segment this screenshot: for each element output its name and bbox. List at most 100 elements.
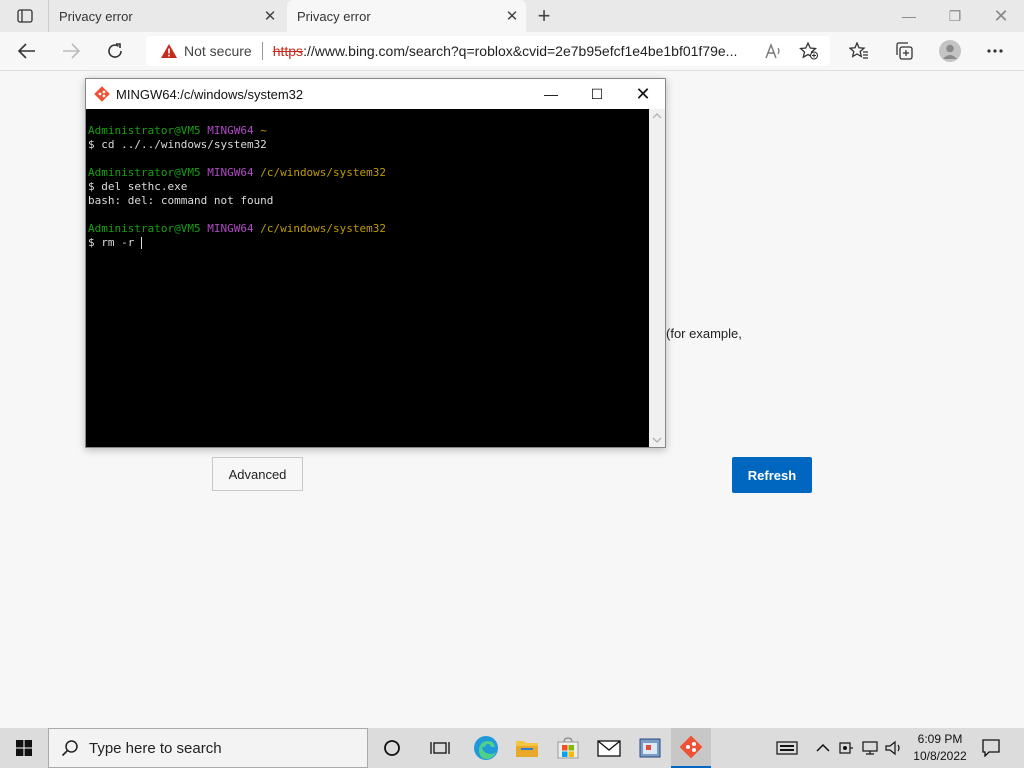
advanced-button[interactable]: Advanced <box>212 457 303 491</box>
terminal-command-line: $ del sethc.exe <box>88 180 188 193</box>
prompt-path: /c/windows/system32 <box>260 222 387 235</box>
tab-privacy-error-1[interactable]: Privacy error ✕ <box>48 0 284 32</box>
refresh-button[interactable]: Refresh <box>732 457 812 493</box>
start-button[interactable] <box>0 728 48 768</box>
terminal-active-line[interactable]: $ rm -r <box>88 236 647 250</box>
clock-time: 6:09 PM <box>917 732 963 746</box>
url-text: ://www.bing.com/search?q=roblox&cvid=2e7… <box>303 43 738 59</box>
taskbar-input-indicator[interactable] <box>767 728 807 768</box>
collections-button[interactable] <box>889 36 919 66</box>
clock-date: 10/8/2022 <box>913 749 967 763</box>
terminal-prompt: Administrator@VM5 MINGW64 /c/windows/sys… <box>88 222 647 236</box>
tab-title: Privacy error <box>59 8 133 24</box>
prompt-user-host: Administrator@VM5 <box>88 124 201 137</box>
favorites-icon <box>849 42 868 59</box>
back-button[interactable] <box>12 36 42 66</box>
new-tab-button[interactable]: + <box>532 4 556 28</box>
speaker-icon <box>885 740 900 756</box>
taskbar-microsoft-store[interactable] <box>548 728 588 768</box>
close-tab-icon[interactable]: ✕ <box>256 7 284 25</box>
git-icon <box>94 86 110 102</box>
task-view-icon <box>430 742 450 754</box>
edge-icon <box>474 736 498 760</box>
prompt-env: MINGW64 <box>207 124 254 137</box>
address-bar[interactable]: Not secure https://www.bing.com/search?q… <box>146 36 830 66</box>
tab-privacy-error-2[interactable]: Privacy error ✕ <box>287 0 526 32</box>
app-window-icon <box>639 738 661 758</box>
cortana-circle-icon <box>384 740 400 756</box>
terminal-maximize-button[interactable]: ☐ <box>574 79 620 109</box>
close-window-button[interactable]: ✕ <box>978 0 1024 32</box>
terminal-prompt: Administrator@VM5 MINGW64 ~ <box>88 124 647 138</box>
volume-button[interactable] <box>877 728 911 768</box>
cortana-button[interactable] <box>372 728 412 768</box>
notifications-button[interactable] <box>972 728 1010 768</box>
terminal-cursor <box>140 237 142 249</box>
terminal-minimize-button[interactable]: — <box>528 79 574 109</box>
mail-icon <box>597 740 621 757</box>
reload-button[interactable] <box>100 36 130 66</box>
star-add-icon <box>799 42 819 60</box>
taskbar-edge[interactable] <box>466 728 506 768</box>
prompt-env: MINGW64 <box>207 166 254 179</box>
taskbar-app[interactable] <box>630 728 670 768</box>
read-aloud-button[interactable] <box>758 36 788 66</box>
search-placeholder: Type here to search <box>89 739 222 757</box>
collections-icon <box>896 42 913 60</box>
address-separator <box>261 42 263 60</box>
prompt-user-host: Administrator@VM5 <box>88 222 201 235</box>
scroll-down-icon[interactable] <box>649 433 665 447</box>
forward-arrow-icon <box>63 43 80 59</box>
scroll-up-icon[interactable] <box>649 109 665 123</box>
tab-title: Privacy error <box>297 8 371 24</box>
terminal-title: MINGW64:/c/windows/system32 <box>116 86 304 102</box>
taskbar-search-box[interactable]: Type here to search <box>48 728 368 768</box>
warning-icon <box>161 44 177 58</box>
forward-button[interactable] <box>56 36 86 66</box>
tab-actions-button[interactable] <box>8 5 42 27</box>
browser-tab-strip: Privacy error ✕ Privacy error ✕ + — ❐ ✕ <box>0 0 1024 32</box>
page-partial-text: (for example, <box>666 326 742 341</box>
profile-button[interactable] <box>935 36 965 66</box>
tray-device-icon <box>839 742 853 754</box>
read-aloud-icon <box>765 43 780 59</box>
keyboard-icon <box>776 741 798 755</box>
store-icon <box>557 737 579 759</box>
minimize-window-button[interactable]: — <box>886 0 932 32</box>
folder-icon <box>516 741 538 757</box>
back-arrow-icon <box>18 43 35 59</box>
add-favorite-button[interactable] <box>794 36 824 66</box>
favorites-button[interactable] <box>844 36 874 66</box>
taskbar-mail[interactable] <box>589 728 629 768</box>
taskbar-clock[interactable]: 6:09 PM 10/8/2022 <box>908 731 972 765</box>
prompt-path: ~ <box>260 124 267 137</box>
git-bash-icon <box>679 735 703 759</box>
terminal-command-line: $ cd ../../windows/system32 <box>88 138 267 151</box>
terminal-output[interactable]: Administrator@VM5 MINGW64 ~ $ cd ../../wi… <box>86 109 649 447</box>
url-scheme: https <box>272 43 304 59</box>
avatar-icon <box>939 40 961 62</box>
task-view-button[interactable] <box>420 728 460 768</box>
more-dots-icon <box>987 49 1003 53</box>
prompt-user-host: Administrator@VM5 <box>88 166 201 179</box>
prompt-env: MINGW64 <box>207 222 254 235</box>
close-tab-icon[interactable]: ✕ <box>498 7 526 25</box>
not-secure-label[interactable]: Not secure <box>184 43 252 59</box>
terminal-prompt: Administrator@VM5 MINGW64 /c/windows/sys… <box>88 166 647 180</box>
terminal-window[interactable]: MINGW64:/c/windows/system32 — ☐ ✕ Admini… <box>85 78 666 448</box>
taskbar-file-explorer[interactable] <box>507 728 547 768</box>
search-icon <box>61 740 78 757</box>
terminal-current-command: $ rm -r <box>88 236 141 249</box>
terminal-close-button[interactable]: ✕ <box>620 79 666 109</box>
notification-icon <box>982 739 1000 757</box>
tab-actions-icon <box>17 9 33 23</box>
taskbar-git-bash[interactable] <box>671 728 711 768</box>
taskbar: Type here to search 6:09 PM 10/8/2022 <box>0 728 1024 768</box>
browser-toolbar: Not secure https://www.bing.com/search?q… <box>0 32 1024 71</box>
terminal-error-output: bash: del: command not found <box>88 194 274 207</box>
restore-window-button[interactable]: ❐ <box>932 0 978 32</box>
prompt-path: /c/windows/system32 <box>260 166 387 179</box>
terminal-scrollbar[interactable] <box>649 109 665 447</box>
reload-icon <box>108 43 122 58</box>
settings-more-button[interactable] <box>980 36 1010 66</box>
